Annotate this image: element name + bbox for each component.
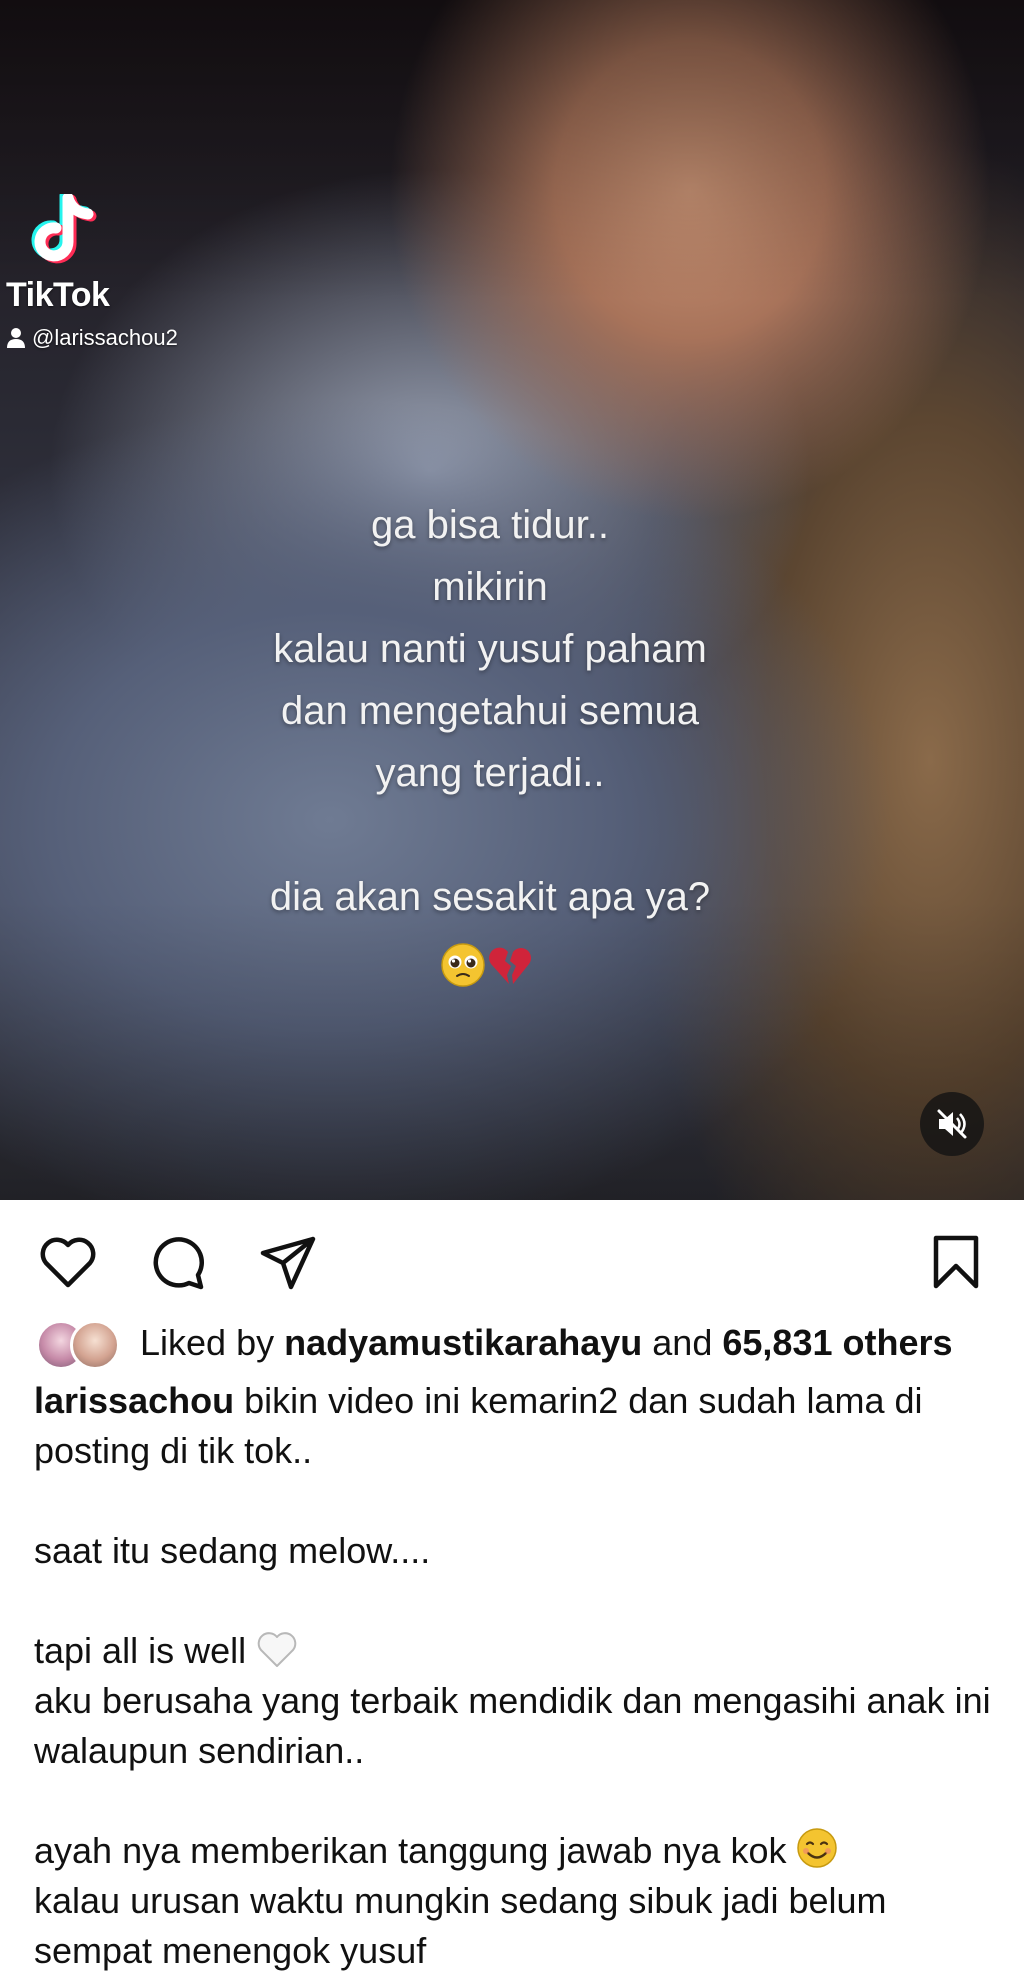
tiktok-watermark-brand: TikTok [6, 276, 110, 314]
comment-button[interactable] [148, 1232, 208, 1292]
post-action-bar [0, 1200, 1024, 1310]
white-heart-emoji-icon [257, 1632, 297, 1667]
avatar [70, 1320, 120, 1370]
mute-toggle-button[interactable] [920, 1092, 984, 1156]
tiktok-watermark-handle: @larissachou2 [6, 325, 178, 351]
overlay-line: ga bisa tidur.. [371, 503, 609, 547]
bookmark-icon [933, 1235, 979, 1289]
overlay-line: kalau nanti yusuf paham [273, 627, 707, 671]
liker-username-link[interactable]: nadyamustikarahayu [284, 1322, 642, 1364]
overlay-line: yang terjadi.. [375, 751, 605, 795]
video-overlay-text: ga bisa tidur.. mikirin kalau nanti yusu… [160, 494, 820, 928]
overlay-line [160, 804, 820, 866]
overlay-line: mikirin [432, 565, 548, 609]
person-icon [7, 328, 25, 348]
like-button[interactable] [38, 1232, 98, 1292]
caption-text: aku berusaha yang terbaik mendidik dan m… [34, 1680, 991, 1771]
save-button[interactable] [926, 1232, 986, 1292]
broken-heart-emoji-icon [489, 947, 531, 984]
share-button[interactable] [258, 1232, 318, 1292]
caption-text: saat itu sedang melow.... [34, 1530, 431, 1571]
tiktok-handle-text: @larissachou2 [32, 325, 178, 350]
caption-username-link[interactable]: larissachou [34, 1380, 234, 1421]
tiktok-logo-icon [31, 194, 97, 264]
likes-prefix: Liked by [140, 1322, 275, 1363]
caption-paragraph: tapi all is well [34, 1626, 994, 1676]
comment-icon [153, 1237, 204, 1290]
post-video[interactable]: TikTok @larissachou2 ga bisa tidur.. mik… [0, 0, 1024, 1200]
likes-joiner: and [652, 1322, 713, 1363]
speaker-muted-icon [937, 1109, 967, 1139]
heart-icon [40, 1237, 96, 1288]
likes-summary[interactable]: Liked by nadyamustikarahayu and 65,831 o… [36, 1316, 953, 1370]
share-icon [260, 1236, 316, 1290]
caption-paragraph: ayah nya memberikan tanggung jawab nya k… [34, 1826, 994, 1876]
overlay-line: dia akan sesakit apa ya? [269, 875, 711, 919]
likes-count-link[interactable]: 65,831 others [722, 1322, 952, 1364]
caption-paragraph: larissachou bikin video ini kemarin2 dan… [34, 1376, 994, 1476]
post-caption: larissachou bikin video ini kemarin2 dan… [34, 1376, 994, 1976]
liker-avatars [36, 1318, 122, 1370]
overlay-line: dan mengetahui semua [280, 689, 700, 733]
overlay-emojis [440, 942, 532, 988]
caption-text: kalau urusan waktu mungkin sedang sibuk … [34, 1880, 887, 1971]
pleading-face-emoji-icon [441, 943, 485, 987]
smiling-face-emoji-icon [797, 1828, 838, 1868]
caption-text: ayah nya memberikan tanggung jawab nya k… [34, 1830, 787, 1871]
caption-text: tapi all is well [34, 1630, 247, 1671]
